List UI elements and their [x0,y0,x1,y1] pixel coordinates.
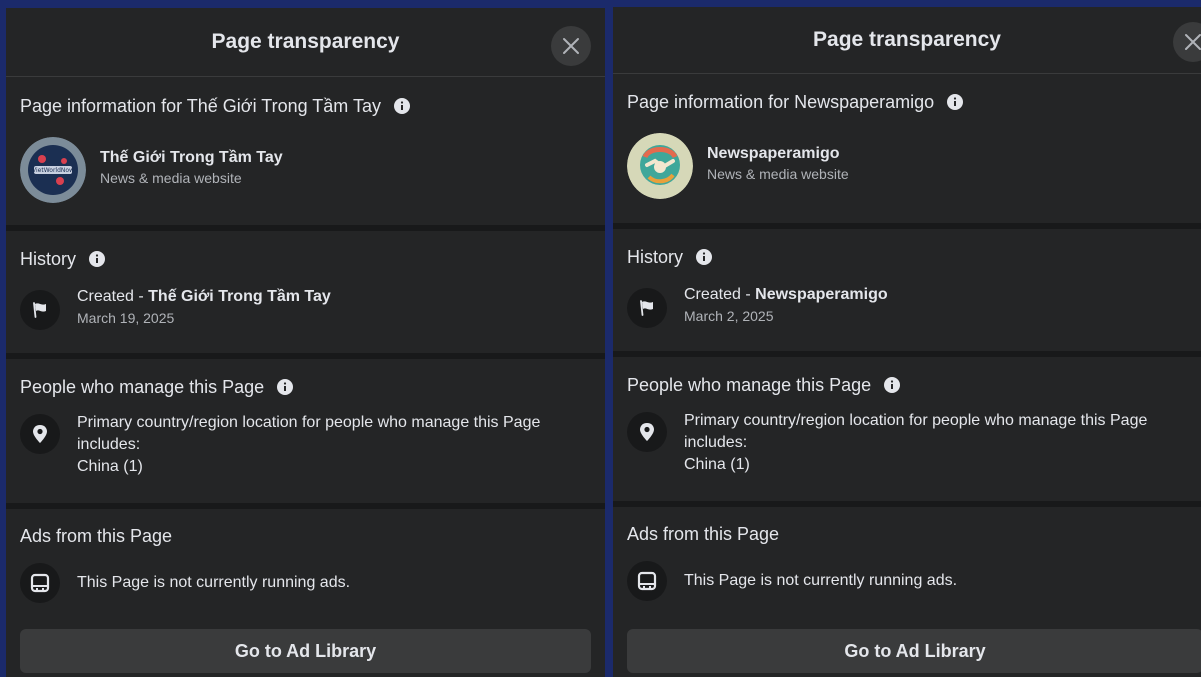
page-info-heading: Page information for Newspaperamigo [627,74,1187,113]
history-heading: History [627,229,1187,268]
created-page-name: Thế Giới Trong Tầm Tay [148,288,331,305]
info-icon[interactable] [276,378,294,396]
managers-section: People who manage this Page Primary coun… [613,357,1201,501]
ads-board-icon [627,561,667,601]
history-section: History Created - Thế Giới Trong Tầm Tay… [6,231,605,353]
page-category: News & media website [100,170,242,186]
page-info-title: Page information for Newspaperamigo [627,91,935,112]
ads-heading: Ads from this Page [20,509,591,547]
info-icon[interactable] [393,97,411,115]
page-info-title: Page information for Thế Giới Trong Tầm … [20,95,381,116]
close-button[interactable] [551,26,591,66]
page-identity-row: VietWorldNow Thế Giới Trong Tầm Tay News… [20,137,591,203]
svg-text:VietWorldNow: VietWorldNow [32,167,74,174]
page-name[interactable]: Newspaperamigo [707,144,849,164]
page-name[interactable]: Thế Giới Trong Tầm Tay [100,148,283,168]
dialog-header: Page transparency [6,8,605,77]
created-date: March 19, 2025 [77,310,175,326]
go-to-ad-library-button[interactable]: Go to Ad Library [20,629,591,673]
managers-location-row: Primary country/region location for peop… [20,412,591,478]
info-icon[interactable] [695,248,713,266]
location-pin-icon [627,412,667,452]
history-created-row: Created - Thế Giới Trong Tầm Tay March 1… [20,286,591,330]
created-date: March 2, 2025 [684,308,774,324]
history-title: History [20,248,77,269]
go-to-ad-library-button[interactable]: Go to Ad Library [627,629,1201,673]
page-transparency-dialog-left: Page transparency Page information for T… [6,8,605,677]
ads-status-row: This Page is not currently running ads. [627,561,1187,601]
page-category: News & media website [707,166,849,182]
info-icon[interactable] [88,250,106,268]
page-avatar[interactable] [627,133,693,199]
ads-heading: Ads from this Page [627,507,1187,545]
page-avatar[interactable]: VietWorldNow [20,137,86,203]
managers-country: China (1) [77,458,143,475]
info-icon[interactable] [946,93,964,111]
close-icon [563,38,579,54]
ads-status-row: This Page is not currently running ads. [20,563,591,603]
close-button[interactable] [1173,22,1201,62]
ads-section: Ads from this Page This Page is not curr… [613,507,1201,677]
location-pin-icon [20,414,60,454]
flag-icon [20,290,60,330]
created-prefix: Created - [77,288,149,305]
ads-board-icon [20,563,60,603]
dialog-title: Page transparency [813,28,1001,51]
page-info-section: Page information for Thế Giới Trong Tầm … [6,77,605,225]
managers-heading: People who manage this Page [20,359,591,398]
page-identity-row: Newspaperamigo News & media website [627,133,1187,199]
page-info-section: Page information for Newspaperamigo News… [613,74,1201,223]
flag-icon [627,288,667,328]
managers-location-row: Primary country/region location for peop… [627,410,1187,476]
managers-title: People who manage this Page [20,376,265,397]
ads-status: This Page is not currently running ads. [77,574,351,591]
dialog-title: Page transparency [211,30,400,53]
managers-description: Primary country/region location for peop… [684,412,1148,429]
managers-title: People who manage this Page [627,374,872,395]
managers-country: China (1) [684,456,750,473]
created-prefix: Created - [684,286,756,303]
history-title: History [627,246,684,267]
managers-description: Primary country/region location for peop… [77,414,541,431]
dialog-header: Page transparency [613,7,1201,74]
history-created-row: Created - Newspaperamigo March 2, 2025 [627,284,1187,328]
created-page-name: Newspaperamigo [755,286,888,303]
ads-title: Ads from this Page [627,523,780,544]
ads-section: Ads from this Page This Page is not curr… [6,509,605,677]
page-info-heading: Page information for Thế Giới Trong Tầm … [20,77,591,117]
history-section: History Created - Newspaperamigo March 2… [613,229,1201,351]
managers-description-cont: includes: [684,434,748,451]
managers-description-cont: includes: [77,436,141,453]
history-heading: History [20,231,591,270]
ads-status: This Page is not currently running ads. [684,572,958,589]
managers-heading: People who manage this Page [627,357,1187,396]
ads-title: Ads from this Page [20,525,173,546]
info-icon[interactable] [883,376,901,394]
close-icon [1185,34,1201,50]
page-transparency-dialog-right: Page transparency Page information for N… [613,7,1201,677]
managers-section: People who manage this Page Primary coun… [6,359,605,503]
